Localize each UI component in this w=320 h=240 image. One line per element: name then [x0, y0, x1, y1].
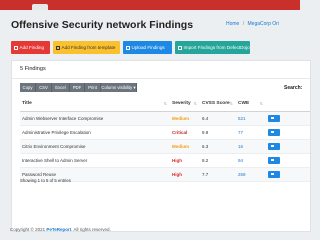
row-actions — [266, 111, 310, 126]
severity-badge: High — [170, 167, 200, 182]
cwe-link[interactable]: 521 — [236, 111, 266, 126]
upload-icon — [126, 45, 130, 50]
pdf-button[interactable]: PDF — [70, 83, 85, 92]
upload-findings-button[interactable]: Upload Findings — [123, 41, 172, 54]
add-finding-label: Add Finding — [19, 45, 45, 50]
table-info: Showing 1 to 5 of 5 entries — [20, 178, 71, 183]
table-row: Interactive Shell to Admin Server High 8… — [20, 153, 310, 168]
column-header-cvss-label: CVSS Score — [202, 101, 230, 107]
table-header-row: Title ⇅ Severity ⇅ CVSS Score ⇅ CWE ⇅ — [20, 97, 310, 112]
cwe-link[interactable]: 94 — [236, 153, 266, 168]
findings-count-title: 5 Findings — [20, 66, 46, 72]
import-findings-button[interactable]: Import Findings from DefectDojo — [175, 41, 250, 54]
severity-badge: Critical — [170, 125, 200, 140]
breadcrumb: Home / MegaCorp Ori — [226, 21, 279, 27]
page-title: Offensive Security network Findings — [11, 19, 194, 31]
upload-findings-label: Upload Findings — [131, 45, 165, 50]
row-actions — [266, 125, 310, 140]
breadcrumb-home-link[interactable]: Home — [226, 21, 239, 27]
add-finding-from-template-button[interactable]: Add Finding from template — [53, 41, 120, 54]
import-icon — [178, 45, 182, 50]
card-divider — [12, 78, 310, 79]
column-visibility-button[interactable]: Column visibility ▾ — [101, 83, 137, 92]
severity-badge: Medium — [170, 139, 200, 154]
print-button[interactable]: Print — [85, 83, 101, 92]
finding-title: Admin Webserver Interface Compromise — [20, 111, 170, 126]
column-header-severity[interactable]: Severity ⇅ — [170, 97, 200, 112]
footer-copyright: Copyright © 2021 — [10, 227, 46, 232]
cvss-score: 8.2 — [200, 153, 236, 168]
row-actions — [266, 153, 310, 168]
cwe-link[interactable]: 16 — [236, 139, 266, 154]
column-header-actions — [266, 97, 310, 112]
column-header-cwe[interactable]: CWE ⇅ — [236, 97, 266, 112]
plus-icon — [14, 45, 18, 50]
cvss-score: 6.4 — [200, 111, 236, 126]
table-row: Admin Webserver Interface Compromise Med… — [20, 111, 310, 126]
view-finding-button[interactable] — [268, 142, 280, 150]
footer-brand-link[interactable]: PeTeReport — [46, 227, 71, 232]
breadcrumb-customer-link[interactable]: MegaCorp Ori — [248, 21, 279, 27]
column-visibility-label: Column visibility — [101, 85, 133, 90]
findings-card: 5 Findings Copy CSV Excel PDF Print Colu… — [11, 60, 311, 232]
view-finding-button[interactable] — [268, 114, 280, 122]
view-finding-button[interactable] — [268, 170, 280, 178]
csv-button[interactable]: CSV — [36, 83, 52, 92]
column-header-cwe-label: CWE — [238, 101, 250, 107]
finding-title: Interactive Shell to Admin Server — [20, 153, 170, 168]
view-finding-button[interactable] — [268, 128, 280, 136]
sort-icon: ⇅ — [259, 101, 263, 106]
column-header-title[interactable]: Title ⇅ — [20, 97, 170, 112]
row-actions — [266, 139, 310, 154]
cwe-link[interactable]: 77 — [236, 125, 266, 140]
cvss-score: 6.3 — [200, 139, 236, 154]
copy-button[interactable]: Copy — [20, 83, 36, 92]
caret-down-icon: ▾ — [133, 85, 136, 90]
add-finding-from-template-label: Add Finding from template — [61, 45, 116, 50]
sort-icon: ⇅ — [163, 101, 167, 106]
import-findings-label: Import Findings from DefectDojo — [183, 45, 250, 50]
finding-title: Administrative Privilege Escalation — [20, 125, 170, 140]
footer-rights: . All rights reserved. — [71, 227, 111, 232]
search-label: Search: — [284, 85, 303, 91]
sort-icon: ⇅ — [229, 101, 233, 106]
cwe-link[interactable]: 269 — [236, 167, 266, 182]
navbar-tab[interactable] — [32, 4, 48, 10]
cvss-score: 9.9 — [200, 125, 236, 140]
column-header-title-label: Title — [22, 101, 32, 107]
view-finding-button[interactable] — [268, 156, 280, 164]
column-header-cvss[interactable]: CVSS Score ⇅ — [200, 97, 236, 112]
column-header-severity-label: Severity — [172, 101, 191, 107]
cvss-score: 7.7 — [200, 167, 236, 182]
finding-title: Citrix Environment Compromise — [20, 139, 170, 154]
plus-icon — [56, 45, 60, 50]
excel-button[interactable]: Excel — [52, 83, 70, 92]
table-row: Citrix Environment Compromise Medium 6.3… — [20, 139, 310, 154]
findings-table: Title ⇅ Severity ⇅ CVSS Score ⇅ CWE ⇅ Admin … — [20, 97, 310, 182]
add-finding-button[interactable]: Add Finding — [11, 41, 50, 54]
footer: Copyright © 2021 PeTeReport. All rights … — [10, 227, 111, 232]
sort-icon: ⇅ — [193, 101, 197, 106]
top-navbar — [0, 0, 300, 10]
severity-badge: Medium — [170, 111, 200, 126]
severity-badge: High — [170, 153, 200, 168]
table-row: Administrative Privilege Escalation Crit… — [20, 125, 310, 140]
breadcrumb-separator: / — [242, 21, 245, 27]
row-actions — [266, 167, 310, 182]
